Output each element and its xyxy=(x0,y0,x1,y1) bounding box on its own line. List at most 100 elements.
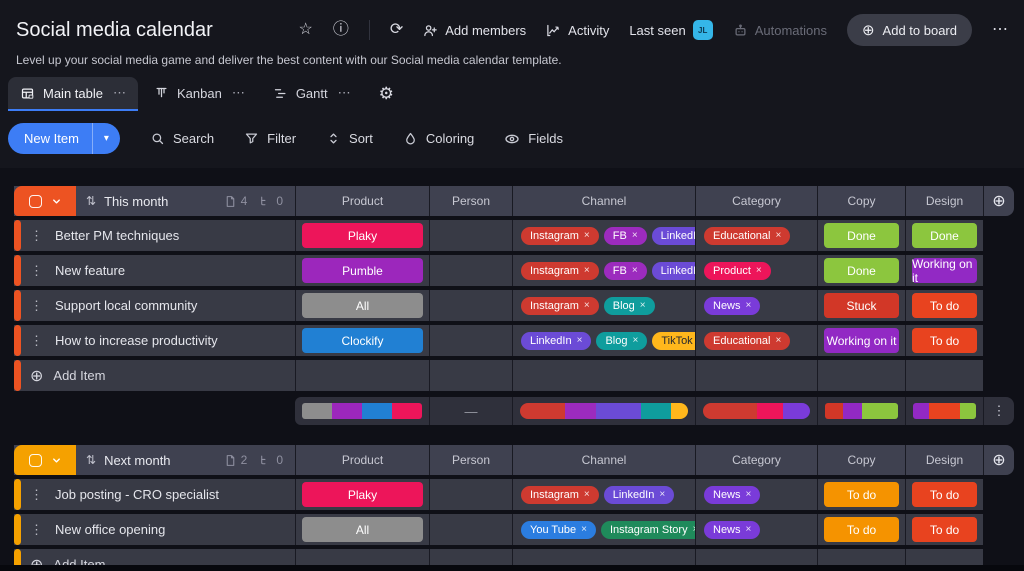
status-badge[interactable]: To do xyxy=(912,517,977,542)
item-name[interactable]: Job posting - CRO specialist xyxy=(55,487,219,502)
product-cell[interactable]: Plaky xyxy=(295,479,429,510)
product-summary-cell[interactable] xyxy=(295,397,429,425)
column-header-category[interactable]: Category xyxy=(695,186,817,216)
item-name[interactable]: How to increase productivity xyxy=(55,333,218,348)
column-header-design[interactable]: Design xyxy=(905,445,983,475)
item-name-cell[interactable]: ⋮ New office opening xyxy=(14,514,295,545)
product-tag[interactable]: Clockify xyxy=(302,328,423,353)
channel-tag[interactable]: LinkedIn× xyxy=(521,331,592,350)
remove-tag-icon[interactable]: × xyxy=(584,300,590,311)
category-cell[interactable]: News × xyxy=(695,290,817,321)
category-cell[interactable]: News × xyxy=(695,514,817,545)
channel-cell[interactable]: You Tube × Instagram Story× xyxy=(512,514,695,545)
column-header-product[interactable]: Product xyxy=(295,445,429,475)
remove-tag-icon[interactable]: × xyxy=(632,265,638,276)
copy-status-cell[interactable]: To do xyxy=(817,479,905,510)
status-badge[interactable]: Done xyxy=(824,258,899,283)
channel-cell[interactable]: LinkedIn × Blog × TikTok× xyxy=(512,325,695,356)
copy-status-cell[interactable]: Working on it xyxy=(817,325,905,356)
more-menu-icon[interactable]: ⋯ xyxy=(992,22,1008,38)
product-cell[interactable]: Plaky xyxy=(295,220,429,251)
channel-tag[interactable]: Blog × xyxy=(596,331,648,350)
item-name-cell[interactable]: ⋮ New feature xyxy=(14,255,295,286)
category-cell[interactable]: Product × xyxy=(695,255,817,286)
item-name-cell[interactable]: ⋮ Job posting - CRO specialist xyxy=(14,479,295,510)
product-cell[interactable]: All xyxy=(295,290,429,321)
channel-tag[interactable]: Instagram × xyxy=(521,485,599,504)
remove-tag-icon[interactable]: × xyxy=(776,230,782,241)
status-badge[interactable]: Done xyxy=(824,223,899,248)
add-item-row[interactable]: ⊕ Add Item xyxy=(14,360,1014,391)
column-header-person[interactable]: Person xyxy=(429,445,512,475)
column-header-channel[interactable]: Channel xyxy=(512,445,695,475)
status-badge[interactable]: To do xyxy=(912,482,977,507)
channel-tag[interactable]: LinkedIn× xyxy=(651,261,695,280)
group-name[interactable]: Next month xyxy=(104,453,170,468)
channel-cell[interactable]: Instagram × FB × LinkedIn× xyxy=(512,255,695,286)
person-cell[interactable] xyxy=(429,255,512,286)
remove-tag-icon[interactable]: × xyxy=(746,524,752,535)
channel-tag[interactable]: FB × xyxy=(603,261,647,280)
status-badge[interactable]: To do xyxy=(824,482,899,507)
status-badge[interactable]: To do xyxy=(824,517,899,542)
row-menu-icon[interactable]: ⋮ xyxy=(30,333,43,349)
category-tag[interactable]: Product × xyxy=(704,261,771,280)
channel-tag[interactable]: FB × xyxy=(603,226,647,245)
tab-options-icon[interactable]: ⋯ xyxy=(113,85,126,101)
add-item-cell[interactable]: ⊕ Add Item xyxy=(14,360,295,391)
remove-tag-icon[interactable]: × xyxy=(577,335,583,346)
item-name[interactable]: Better PM techniques xyxy=(55,228,179,243)
item-name[interactable]: New feature xyxy=(55,263,125,278)
new-item-label[interactable]: New Item xyxy=(8,131,92,146)
category-tag[interactable]: News × xyxy=(704,296,761,315)
row-menu-icon[interactable]: ⋮ xyxy=(30,263,43,279)
group-name[interactable]: This month xyxy=(104,194,168,209)
summary-menu-button[interactable]: ⋮ xyxy=(983,397,1014,425)
person-cell[interactable] xyxy=(429,220,512,251)
group-select-block[interactable] xyxy=(14,186,76,216)
product-cell[interactable]: Pumble xyxy=(295,255,429,286)
person-cell[interactable] xyxy=(429,290,512,321)
row-menu-icon[interactable]: ⋮ xyxy=(30,522,43,538)
info-icon[interactable]: ⓘ xyxy=(333,22,349,38)
tab-kanban[interactable]: Kanban ⋯ xyxy=(142,77,257,111)
category-tag[interactable]: Educational × xyxy=(704,226,791,245)
tab-options-icon[interactable]: ⋯ xyxy=(338,85,351,101)
remove-tag-icon[interactable]: × xyxy=(746,300,752,311)
add-members-button[interactable]: Add members xyxy=(423,23,526,38)
activity-button[interactable]: Activity xyxy=(546,23,609,38)
row-menu-icon[interactable]: ⋮ xyxy=(30,298,43,314)
category-cell[interactable]: News × xyxy=(695,479,817,510)
row-menu-icon[interactable]: ⋮ xyxy=(30,228,43,244)
design-summary-cell[interactable] xyxy=(905,397,983,425)
remove-tag-icon[interactable]: × xyxy=(581,524,587,535)
status-badge[interactable]: To do xyxy=(912,293,977,318)
channel-summary-cell[interactable] xyxy=(512,397,695,425)
remove-tag-icon[interactable]: × xyxy=(659,489,665,500)
group-checkbox[interactable] xyxy=(28,194,42,208)
product-tag[interactable]: Plaky xyxy=(302,223,423,248)
copy-status-cell[interactable]: Stuck xyxy=(817,290,905,321)
coloring-button[interactable]: Coloring xyxy=(403,131,474,146)
channel-cell[interactable]: Instagram × LinkedIn × xyxy=(512,479,695,510)
channel-tag[interactable]: Instagram × xyxy=(521,296,599,315)
design-status-cell[interactable]: To do xyxy=(905,514,983,545)
item-name-cell[interactable]: ⋮ How to increase productivity xyxy=(14,325,295,356)
add-column-button[interactable]: ⊕ xyxy=(983,186,1014,216)
remove-tag-icon[interactable]: × xyxy=(632,335,638,346)
favorite-star-icon[interactable]: ☆ xyxy=(298,22,312,38)
channel-tag[interactable]: LinkedIn× xyxy=(603,485,675,504)
column-header-design[interactable]: Design xyxy=(905,186,983,216)
remove-tag-icon[interactable]: × xyxy=(584,230,590,241)
category-cell[interactable]: Educational × xyxy=(695,325,817,356)
item-name[interactable]: New office opening xyxy=(55,522,165,537)
sync-icon[interactable]: ⟳ xyxy=(390,22,403,38)
channel-tag[interactable]: TikTok× xyxy=(652,331,695,350)
category-summary-cell[interactable] xyxy=(695,397,817,425)
board-settings-button[interactable]: ⚙ xyxy=(367,77,406,111)
last-seen[interactable]: Last seen JL xyxy=(629,20,713,40)
category-cell[interactable]: Educational × xyxy=(695,220,817,251)
channel-tag[interactable]: LinkedIn× xyxy=(651,226,695,245)
filter-button[interactable]: Filter xyxy=(244,131,296,146)
category-tag[interactable]: News × xyxy=(704,485,761,504)
